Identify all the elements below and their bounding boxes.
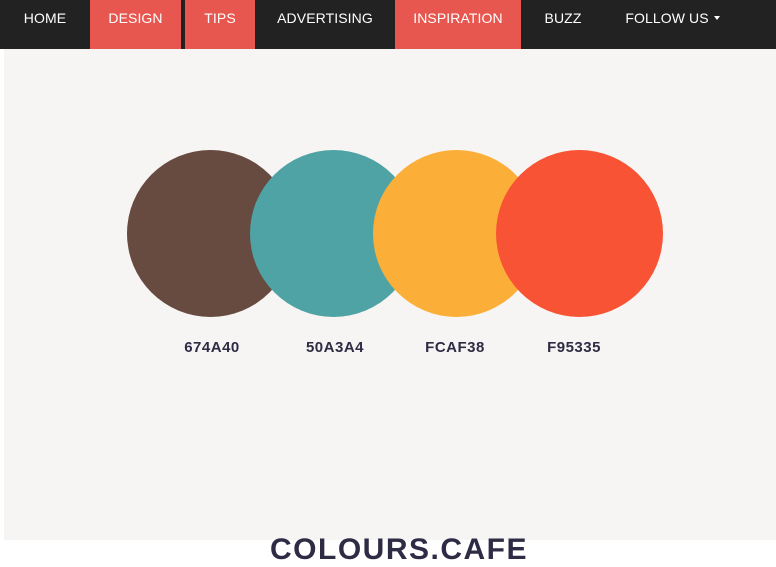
dropdown-caret-icon — [713, 16, 720, 21]
nav-item-tips[interactable]: TIPS — [185, 0, 255, 49]
hex-code-label[interactable]: 674A40 — [152, 339, 272, 356]
nav-item-label: BUZZ — [544, 10, 582, 26]
nav-item-follow-us[interactable]: FOLLOW US — [605, 0, 740, 49]
top-navbar: HOME DESIGN TIPS ADVERTISING INSPIRATION… — [0, 0, 776, 49]
nav-item-label: HOME — [23, 10, 67, 26]
nav-item-advertising[interactable]: ADVERTISING — [255, 0, 395, 49]
nav-item-label: DESIGN — [108, 10, 163, 26]
hex-code-label[interactable]: 50A3A4 — [275, 339, 395, 356]
nav-item-inspiration[interactable]: INSPIRATION — [395, 0, 521, 49]
nav-item-label: FOLLOW US — [625, 10, 709, 26]
site-brand-title[interactable]: COLOURS.CAFE — [204, 533, 594, 567]
nav-item-label: ADVERTISING — [277, 10, 373, 26]
hex-code-label[interactable]: F95335 — [514, 339, 634, 356]
nav-item-label: TIPS — [204, 10, 236, 26]
nav-item-home[interactable]: HOME — [0, 0, 90, 49]
nav-item-label: INSPIRATION — [413, 10, 503, 26]
hex-code-label[interactable]: FCAF38 — [395, 339, 515, 356]
color-swatch-4[interactable] — [496, 150, 663, 317]
palette-content: 674A40 50A3A4 FCAF38 F95335 COLOURS.CAFE — [4, 49, 776, 566]
nav-item-design[interactable]: DESIGN — [90, 0, 181, 49]
nav-item-buzz[interactable]: BUZZ — [521, 0, 605, 49]
